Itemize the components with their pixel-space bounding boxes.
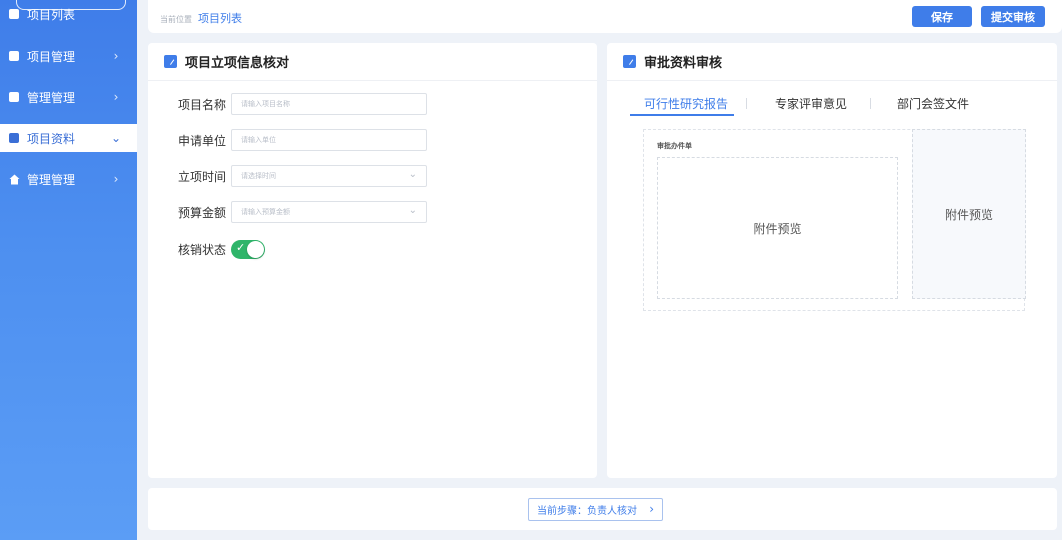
breadcrumb-prefix: 当前位置 [160, 15, 192, 24]
tab-divider [746, 98, 747, 109]
chevron-right-icon: › [113, 90, 119, 104]
chevron-down-icon: ⌄ [110, 131, 122, 145]
chevron-down-icon: ⌄ [408, 205, 417, 216]
tab-feasibility-report[interactable]: 可行性研究报告 [644, 95, 728, 112]
briefcase-icon [9, 51, 19, 61]
sidebar-item-management[interactable]: 管理管理 › [0, 83, 137, 111]
input-placeholder: 请输入预算金额 [241, 208, 290, 216]
panel-title: 审批资料审核 [644, 56, 723, 71]
sidebar-item-admin[interactable]: 管理管理 › [0, 165, 137, 193]
sidebar-item-project-list[interactable]: 项目列表 [0, 0, 137, 28]
status-toggle[interactable]: ✓ [231, 239, 265, 259]
preview-label: 附件预览 [944, 207, 993, 222]
tab-department-signoff[interactable]: 部门会签文件 [897, 95, 969, 112]
sidebar-item-project-management[interactable]: 项目管理 › [0, 42, 137, 70]
chevron-right-icon: › [649, 502, 654, 516]
attachment-title: 审批办件单 [657, 142, 692, 150]
panel-title: 项目立项信息核对 [185, 56, 290, 71]
current-step-button[interactable]: 当前步骤：负责人核对 › [528, 498, 663, 521]
input-placeholder: 请输入单位 [241, 136, 276, 144]
chevron-right-icon: › [113, 49, 119, 63]
panel-header: 审批资料审核 [607, 43, 1057, 81]
approval-date-select[interactable]: 请选择时间 ⌄ [231, 165, 427, 187]
input-placeholder: 请输入项目名称 [241, 100, 290, 108]
field-label: 项目名称 [178, 97, 227, 112]
folder-icon [9, 133, 19, 143]
tab-expert-review[interactable]: 专家评审意见 [775, 95, 847, 112]
chevron-down-icon: ⌄ [408, 169, 417, 180]
home-icon [9, 174, 20, 185]
top-bar: 当前位置 项目列表 保存 提交审核 [148, 0, 1062, 33]
chevron-right-icon: › [113, 172, 119, 186]
sidebar-item-label: 管理管理 [27, 90, 76, 105]
bottom-bar: 当前步骤：负责人核对 › [148, 488, 1057, 530]
field-label: 立项时间 [178, 169, 227, 184]
field-label: 核销状态 [178, 242, 227, 257]
sidebar-item-label: 管理管理 [27, 172, 76, 187]
active-tab-indicator [630, 114, 734, 116]
sidebar-item-label: 项目列表 [27, 7, 76, 22]
breadcrumb-current[interactable]: 项目列表 [198, 10, 242, 26]
sidebar-item-label: 项目资料 [27, 131, 76, 146]
preview-label: 附件预览 [753, 221, 802, 236]
applicant-unit-input[interactable]: 请输入单位 [231, 129, 427, 151]
breadcrumb: 当前位置 项目列表 [160, 10, 242, 26]
project-name-row: 项目名称 请输入项目名称 [178, 93, 427, 115]
step-label: 当前步骤：负责人核对 [537, 506, 637, 517]
check-icon: ✓ [236, 240, 246, 254]
attachment-preview-side[interactable]: 附件预览 [912, 129, 1026, 299]
sidebar-item-project-materials[interactable]: 项目资料 ⌄ [0, 124, 137, 152]
list-icon [9, 92, 19, 102]
approval-docs-panel: 审批资料审核 可行性研究报告 专家评审意见 部门会签文件 审批办件单 附件预览 … [607, 43, 1057, 478]
project-info-panel: 项目立项信息核对 项目名称 请输入项目名称 申请单位 请输入单位 立项时间 请选… [148, 43, 597, 478]
toggle-knob [247, 240, 264, 258]
edit-icon [623, 55, 636, 68]
attachment-area: 审批办件单 附件预览 附件预览 [643, 129, 1026, 311]
sidebar-item-label: 项目管理 [27, 49, 76, 64]
input-placeholder: 请选择时间 [241, 172, 276, 180]
applicant-unit-row: 申请单位 请输入单位 [178, 129, 427, 151]
edit-icon [164, 55, 177, 68]
tab-divider [870, 98, 871, 109]
submit-review-button[interactable]: 提交审核 [981, 6, 1045, 27]
budget-row: 预算金额 请输入预算金额 ⌄ [178, 201, 427, 223]
save-button[interactable]: 保存 [912, 6, 972, 27]
status-row: 核销状态 ✓ [178, 238, 265, 260]
attachment-preview-main[interactable]: 附件预览 [657, 157, 898, 299]
sidebar: 项目列表 项目管理 › 管理管理 › 项目资料 ⌄ 管理管理 › [0, 0, 137, 540]
document-icon [9, 9, 19, 19]
project-name-input[interactable]: 请输入项目名称 [231, 93, 427, 115]
panel-header: 项目立项信息核对 [148, 43, 597, 81]
field-label: 申请单位 [178, 133, 227, 148]
approval-date-row: 立项时间 请选择时间 ⌄ [178, 165, 427, 187]
field-label: 预算金额 [178, 205, 227, 220]
budget-select[interactable]: 请输入预算金额 ⌄ [231, 201, 427, 223]
